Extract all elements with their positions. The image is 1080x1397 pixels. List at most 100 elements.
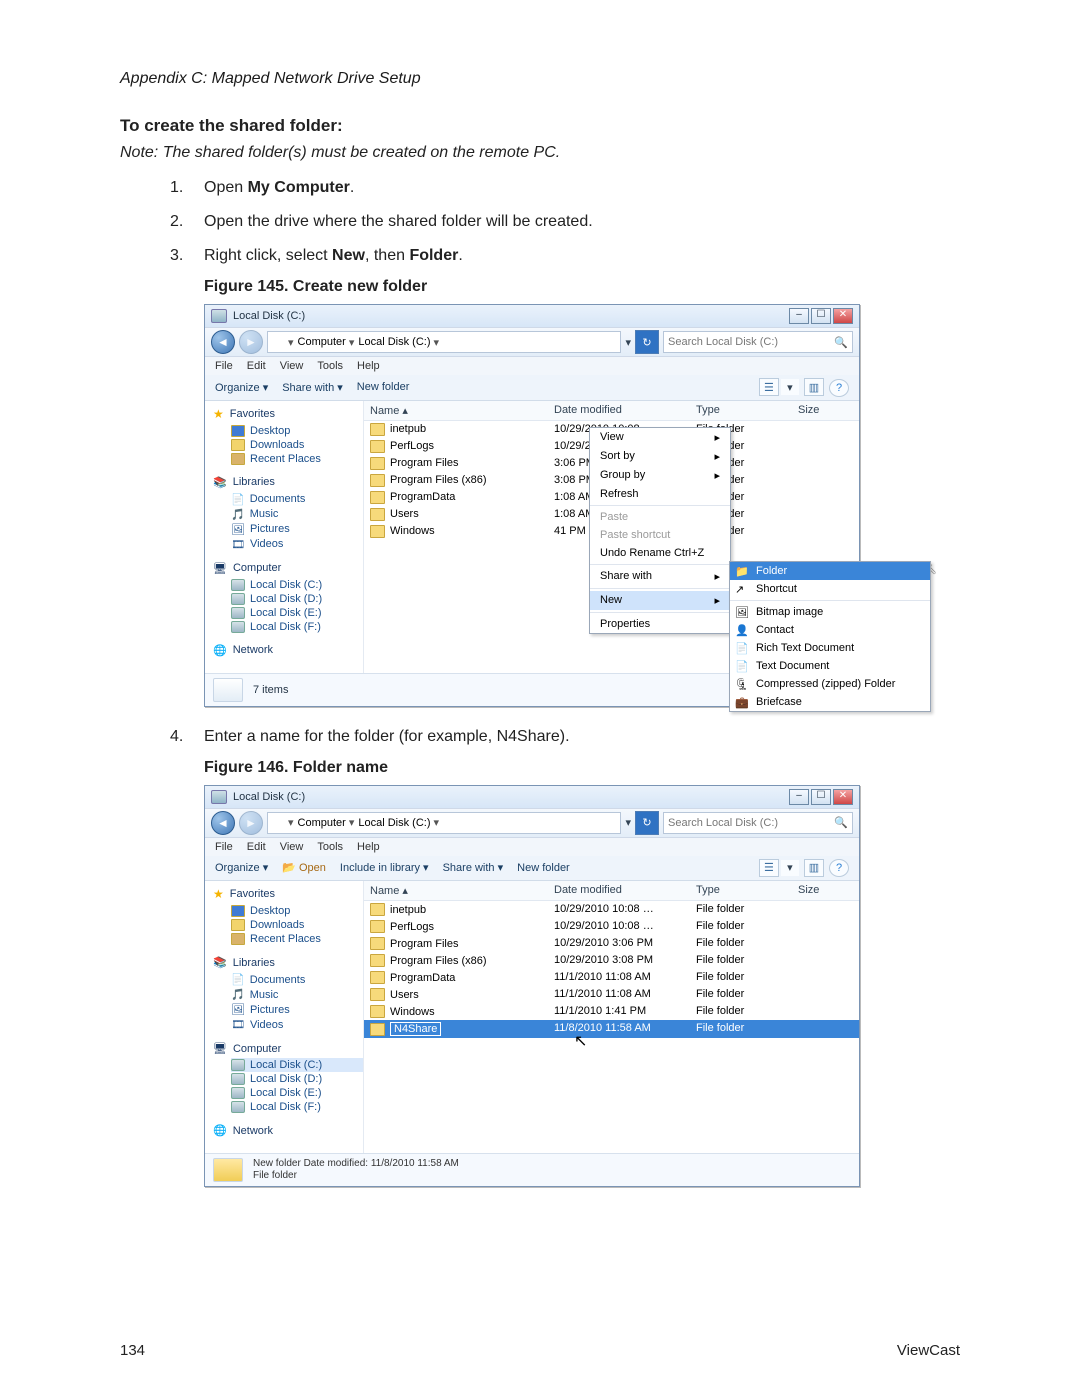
close-button[interactable]: ✕	[833, 308, 853, 324]
menu-help[interactable]: Help	[357, 841, 380, 853]
ctx-sort[interactable]: Sort by▸	[590, 447, 730, 466]
nav-drive-d[interactable]: Local Disk (D:)	[231, 1072, 363, 1086]
menu-tools[interactable]: Tools	[317, 360, 343, 372]
ctx-group[interactable]: Group by▸	[590, 466, 730, 485]
table-row[interactable]: Users11/1/2010 11:08 AMFile folder	[364, 986, 859, 1003]
table-row[interactable]: inetpub10/29/2010 10:08 …File folder	[364, 901, 859, 918]
nav-music[interactable]: 🎵 Music	[231, 987, 363, 1002]
nav-drive-f[interactable]: Local Disk (F:)	[231, 1100, 363, 1114]
breadcrumb[interactable]: ▾ Computer▾ Local Disk (C:)▾	[267, 331, 621, 353]
context-menu[interactable]: View▸ Sort by▸ Group by▸ Refresh Paste P…	[589, 427, 731, 634]
view-mode-icon[interactable]: ☰	[759, 378, 779, 396]
menu-file[interactable]: File	[215, 841, 233, 853]
ctx-view[interactable]: View▸	[590, 428, 730, 447]
toolbar-sharewith[interactable]: Share with ▾	[282, 381, 343, 394]
navigation-pane[interactable]: ★Favorites Desktop Downloads Recent Plac…	[205, 401, 364, 673]
preview-pane-icon[interactable]: ▥	[804, 378, 824, 396]
file-listing[interactable]: Name ▴ Date modified Type Size inetpub10…	[364, 401, 859, 673]
nav-desktop[interactable]: Desktop	[231, 424, 363, 438]
help-icon[interactable]: ?	[829, 379, 849, 397]
drive-icon	[211, 309, 227, 323]
menu-help[interactable]: Help	[357, 360, 380, 372]
table-row[interactable]: Program Files (x86)10/29/2010 3:08 PMFil…	[364, 952, 859, 969]
appendix-header: Appendix C: Mapped Network Drive Setup	[120, 70, 960, 88]
nav-drive-e[interactable]: Local Disk (E:)	[231, 606, 363, 620]
nav-desktop[interactable]: Desktop	[231, 904, 363, 918]
file-listing[interactable]: Name ▴ Date modified Type Size inetpub10…	[364, 881, 859, 1153]
new-zip[interactable]: 🗜Compressed (zipped) Folder	[730, 675, 930, 693]
maximize-button[interactable]: ☐	[811, 789, 831, 805]
new-rtf[interactable]: 📄Rich Text Document	[730, 639, 930, 657]
ctx-properties[interactable]: Properties	[590, 615, 730, 633]
window-titlebar[interactable]: Local Disk (C:) – ☐ ✕	[205, 786, 859, 808]
ctx-sharewith[interactable]: Share with▸	[590, 567, 730, 586]
nav-documents[interactable]: 📄 Documents	[231, 492, 363, 507]
minimize-button[interactable]: –	[789, 308, 809, 324]
cursor-icon: ↖	[574, 1031, 588, 1049]
new-briefcase[interactable]: 💼Briefcase	[730, 693, 930, 711]
toolbar-newfolder[interactable]: New folder	[357, 381, 410, 393]
ctx-new[interactable]: New▸	[590, 591, 730, 610]
menu-tools[interactable]: Tools	[317, 841, 343, 853]
breadcrumb[interactable]: ▾ Computer▾ Local Disk (C:)▾	[267, 812, 621, 834]
refresh-button[interactable]: ↻	[635, 811, 659, 835]
nav-music[interactable]: 🎵 Music	[231, 507, 363, 522]
menu-edit[interactable]: Edit	[247, 841, 266, 853]
nav-downloads[interactable]: Downloads	[231, 438, 363, 452]
new-bitmap[interactable]: 🖼Bitmap image	[730, 603, 930, 621]
menu-file[interactable]: File	[215, 360, 233, 372]
nav-pictures[interactable]: 🖼 Pictures	[231, 522, 363, 537]
close-button[interactable]: ✕	[833, 789, 853, 805]
navigation-pane[interactable]: ★Favorites Desktop Downloads Recent Plac…	[205, 881, 364, 1153]
toolbar-sharewith[interactable]: Share with ▾	[443, 861, 504, 874]
new-submenu[interactable]: 📁Folder ↗Shortcut 🖼Bitmap image 👤Contact…	[729, 561, 931, 712]
step-number: 4.	[170, 725, 204, 749]
search-input[interactable]: Search Local Disk (C:) 🔍	[663, 331, 853, 353]
table-row[interactable]: ProgramData11/1/2010 11:08 AMFile folder	[364, 969, 859, 986]
forward-button[interactable]: ►	[239, 811, 263, 835]
nav-documents[interactable]: 📄 Documents	[231, 972, 363, 987]
help-icon[interactable]: ?	[829, 859, 849, 877]
new-folder[interactable]: 📁Folder	[730, 562, 930, 580]
window-titlebar[interactable]: Local Disk (C:) – ☐ ✕	[205, 305, 859, 327]
menu-view[interactable]: View	[280, 360, 304, 372]
toolbar-organize[interactable]: Organize ▾	[215, 861, 268, 874]
nav-drive-c[interactable]: Local Disk (C:)	[231, 1058, 363, 1072]
new-shortcut[interactable]: ↗Shortcut	[730, 580, 930, 598]
nav-drive-e[interactable]: Local Disk (E:)	[231, 1086, 363, 1100]
toolbar-newfolder[interactable]: New folder	[517, 862, 570, 874]
ctx-undo[interactable]: Undo Rename Ctrl+Z	[590, 544, 730, 562]
menu-view[interactable]: View	[280, 841, 304, 853]
nav-recent[interactable]: Recent Places	[231, 452, 363, 466]
refresh-button[interactable]: ↻	[635, 330, 659, 354]
new-contact[interactable]: 👤Contact	[730, 621, 930, 639]
forward-button[interactable]: ►	[239, 330, 263, 354]
new-txt[interactable]: 📄Text Document	[730, 657, 930, 675]
nav-recent[interactable]: Recent Places	[231, 932, 363, 946]
step-1: Open My Computer.	[204, 176, 354, 200]
menu-edit[interactable]: Edit	[247, 360, 266, 372]
nav-videos[interactable]: 🎞 Videos	[231, 1017, 363, 1032]
table-row[interactable]: N4Share11/8/2010 11:58 AMFile folder	[364, 1020, 859, 1038]
maximize-button[interactable]: ☐	[811, 308, 831, 324]
nav-videos[interactable]: 🎞 Videos	[231, 537, 363, 552]
nav-drive-d[interactable]: Local Disk (D:)	[231, 592, 363, 606]
nav-drive-f[interactable]: Local Disk (F:)	[231, 620, 363, 634]
minimize-button[interactable]: –	[789, 789, 809, 805]
ctx-refresh[interactable]: Refresh	[590, 485, 730, 503]
drive-icon	[272, 337, 284, 347]
search-input[interactable]: Search Local Disk (C:) 🔍	[663, 812, 853, 834]
nav-pictures[interactable]: 🖼 Pictures	[231, 1002, 363, 1017]
back-button[interactable]: ◄	[211, 330, 235, 354]
nav-downloads[interactable]: Downloads	[231, 918, 363, 932]
back-button[interactable]: ◄	[211, 811, 235, 835]
view-mode-icon[interactable]: ☰	[759, 859, 779, 877]
table-row[interactable]: Program Files10/29/2010 3:06 PMFile fold…	[364, 935, 859, 952]
table-row[interactable]: Windows11/1/2010 1:41 PMFile folder	[364, 1003, 859, 1020]
table-row[interactable]: PerfLogs10/29/2010 10:08 …File folder	[364, 918, 859, 935]
toolbar-open[interactable]: 📂 Open	[282, 861, 326, 874]
preview-pane-icon[interactable]: ▥	[804, 859, 824, 877]
toolbar-include[interactable]: Include in library ▾	[340, 861, 429, 874]
nav-drive-c[interactable]: Local Disk (C:)	[231, 578, 363, 592]
toolbar-organize[interactable]: Organize ▾	[215, 381, 268, 394]
